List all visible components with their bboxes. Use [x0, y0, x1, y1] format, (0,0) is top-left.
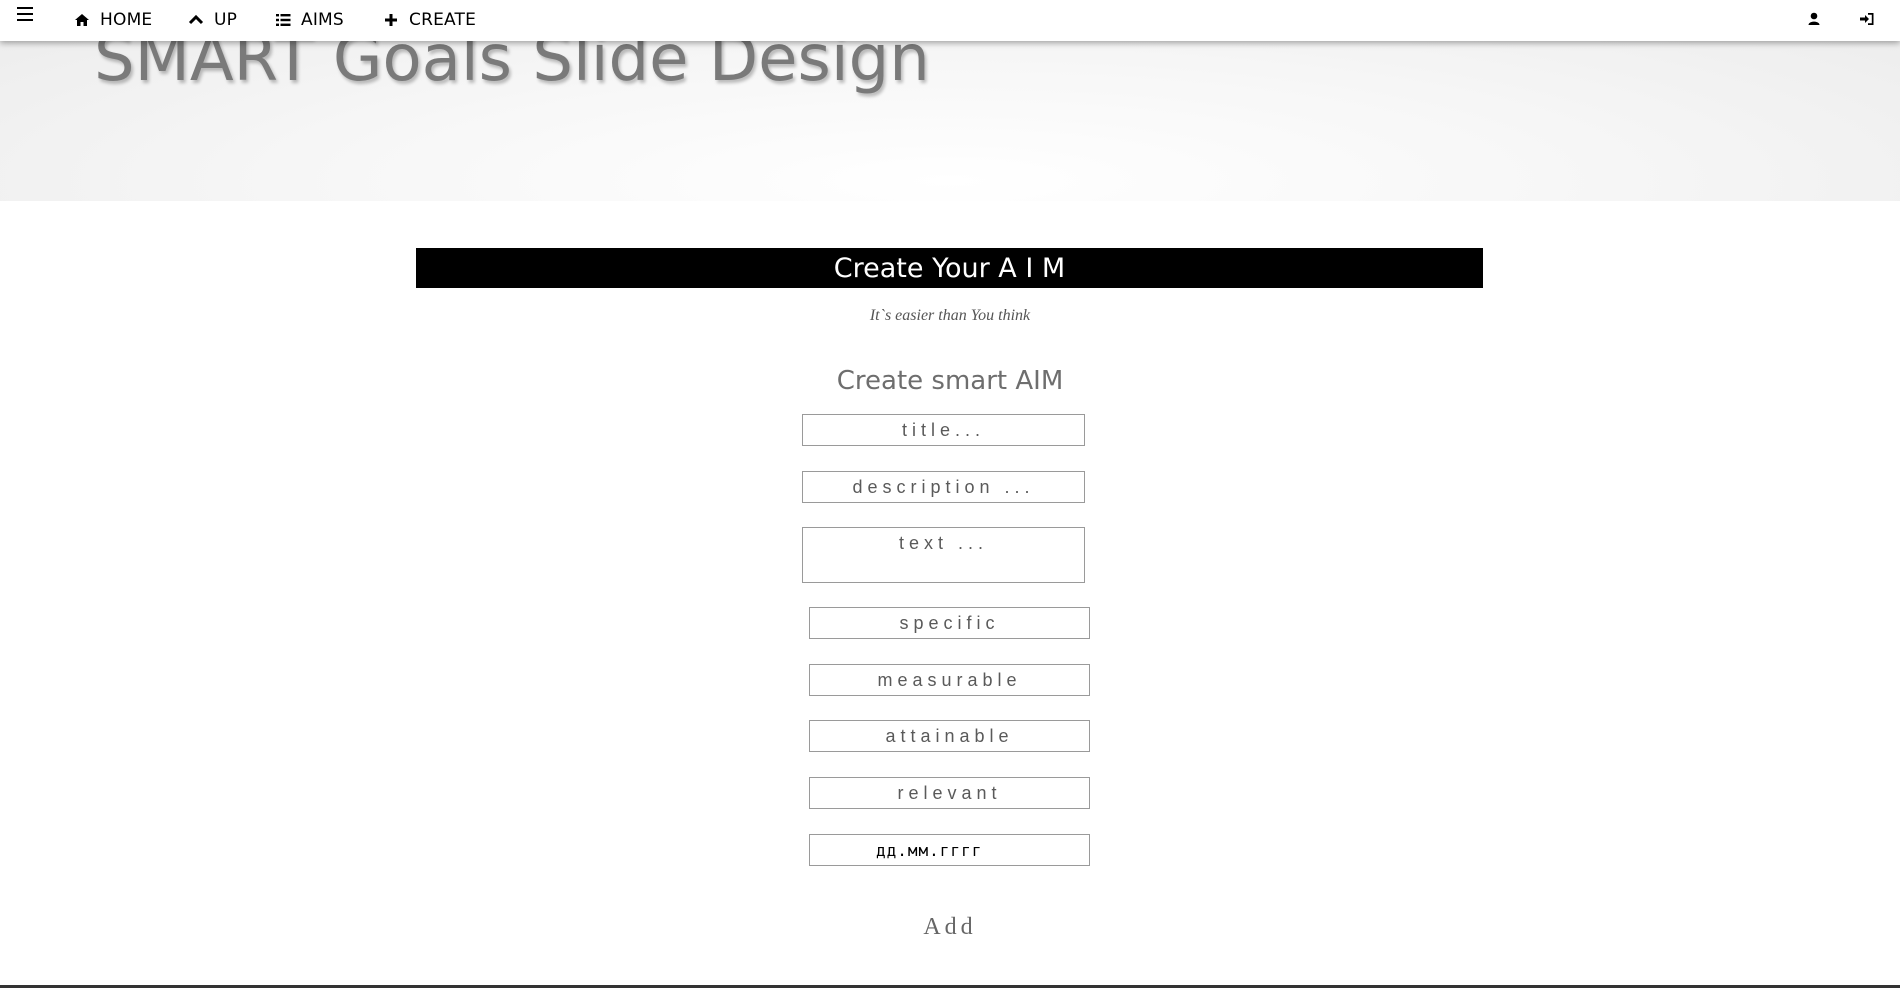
nav-home-label: HOME — [100, 10, 153, 30]
date-input[interactable]: дд.мм.гггг — [809, 834, 1090, 866]
form-title: Create smart AIM — [836, 366, 1064, 396]
specific-input[interactable] — [809, 607, 1090, 639]
description-input[interactable] — [802, 471, 1085, 503]
nav-aims-link[interactable]: AIMS — [275, 9, 344, 31]
top-navbar: HOME UP AIMS CREATE — [0, 0, 1900, 41]
nav-aims-label: AIMS — [301, 10, 344, 30]
text-textarea[interactable] — [802, 527, 1085, 583]
sign-in-icon — [1860, 13, 1874, 25]
title-input[interactable] — [802, 414, 1085, 446]
nav-home-link[interactable]: HOME — [74, 9, 152, 31]
nav-up-label: UP — [214, 10, 238, 30]
nav-up-link[interactable]: UP — [188, 9, 237, 31]
user-icon — [1808, 12, 1820, 25]
list-icon — [276, 14, 291, 26]
subtitle: It`s easier than You think — [869, 307, 1031, 324]
attainable-input[interactable] — [809, 720, 1090, 752]
nav-create-label: CREATE — [409, 10, 477, 30]
sign-in-button[interactable] — [1859, 8, 1875, 30]
nav-create-link[interactable]: CREATE — [383, 9, 476, 31]
chevron-up-icon — [188, 14, 204, 25]
add-button[interactable]: Add — [0, 914, 1900, 941]
measurable-input[interactable] — [809, 664, 1090, 696]
user-account-button[interactable] — [1806, 8, 1822, 30]
plus-icon — [385, 14, 397, 26]
relevant-input[interactable] — [809, 777, 1090, 809]
create-aim-header: Create Your A I M — [416, 248, 1483, 288]
menu-icon[interactable] — [17, 7, 33, 21]
home-icon — [75, 14, 89, 26]
